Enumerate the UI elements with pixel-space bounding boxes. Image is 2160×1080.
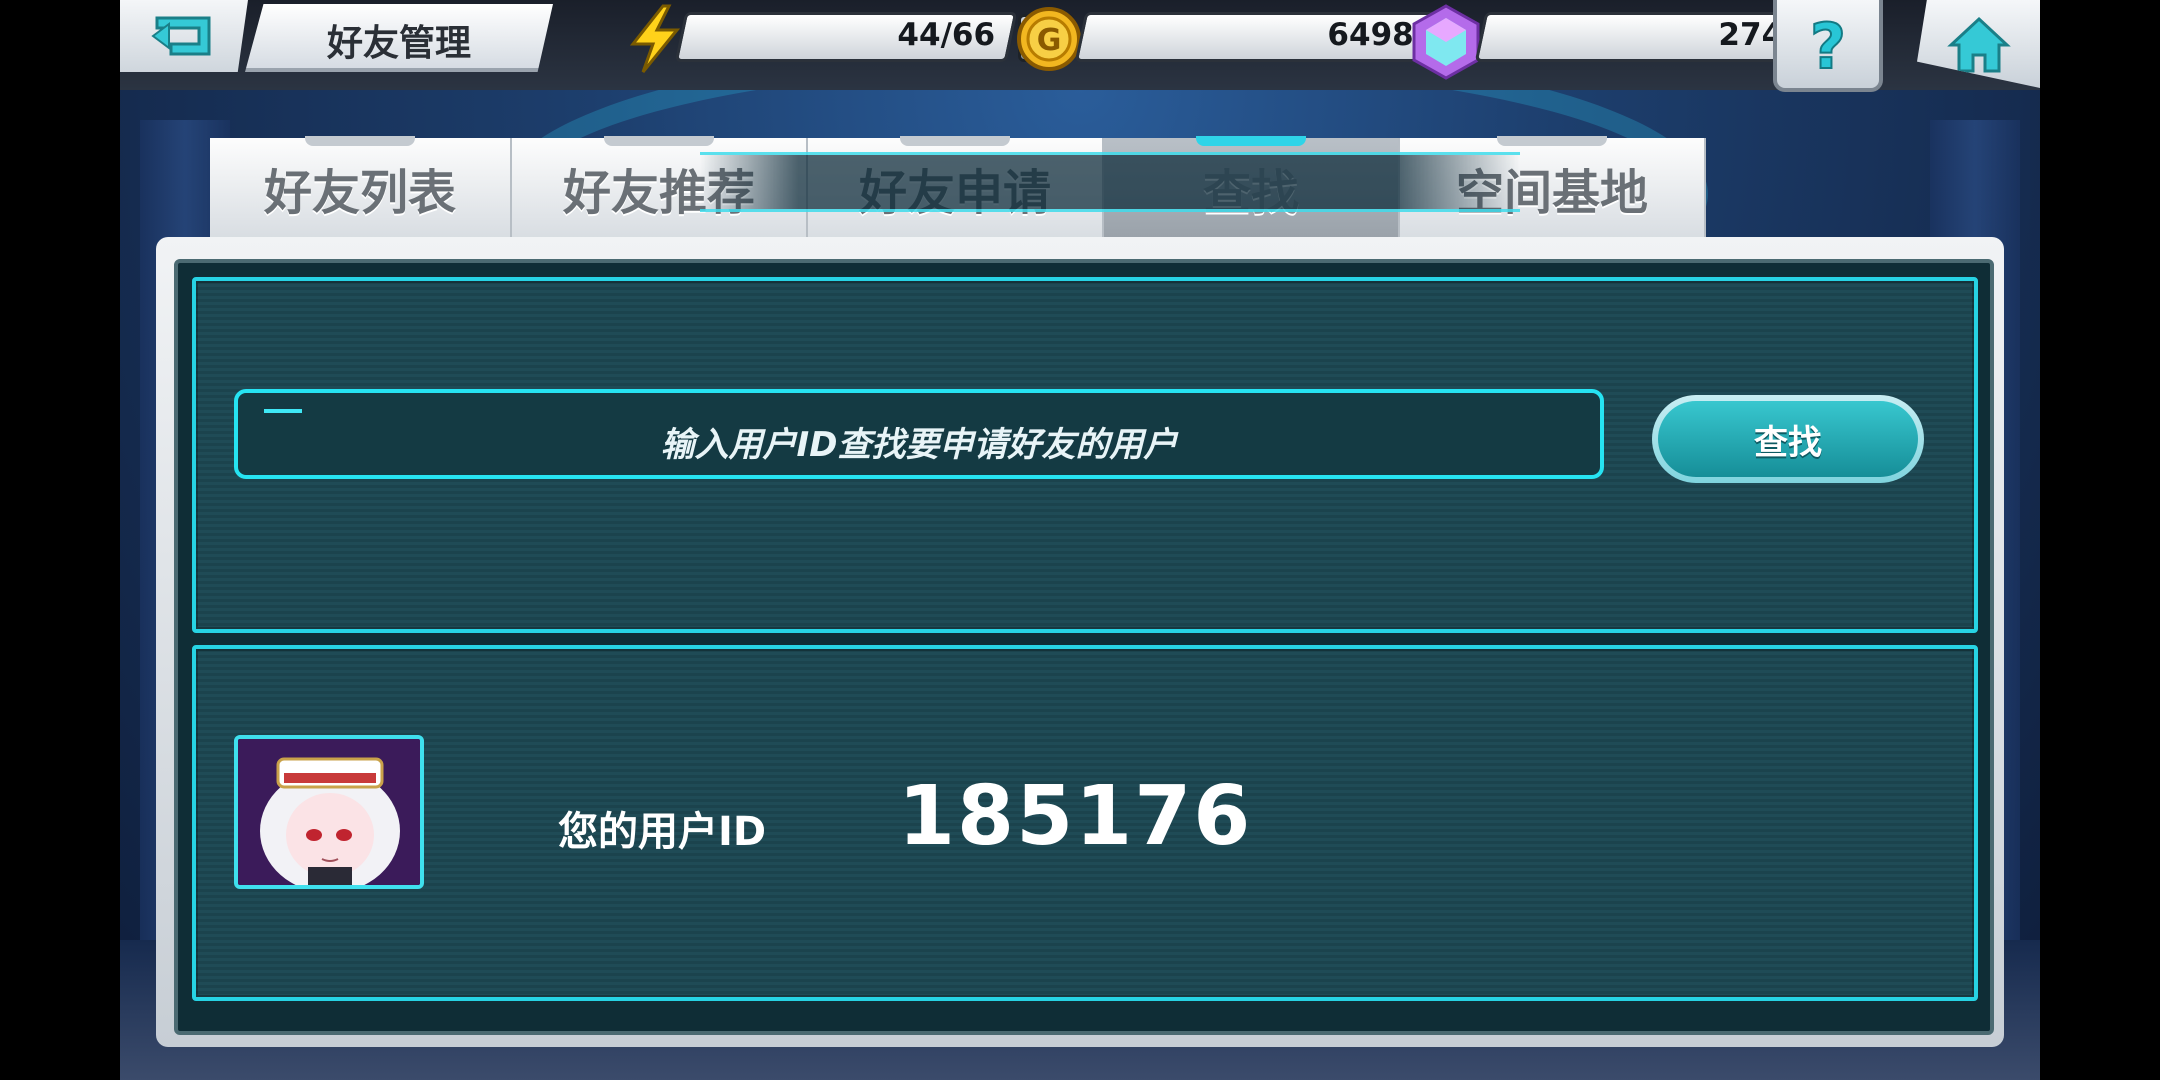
user-id-search-input[interactable]: 输入用户ID查找要申请好友的用户 <box>234 389 1604 479</box>
top-bar: 好友管理 44/66 + G 64980 274 + ? <box>120 0 2040 92</box>
search-button-label: 查找 <box>1754 422 1822 463</box>
main-panel: 输入用户ID查找要申请好友的用户 查找 您的用户ID 185176 <box>156 237 2004 1047</box>
search-section: 输入用户ID查找要申请好友的用户 查找 <box>192 277 1978 633</box>
gem-icon <box>1408 4 1484 80</box>
lightning-icon <box>625 4 685 74</box>
search-button[interactable]: 查找 <box>1652 395 1924 483</box>
help-button[interactable]: ? <box>1773 0 1883 92</box>
tab-friend-list[interactable]: 好友列表 <box>210 136 512 238</box>
user-id-value: 185176 <box>898 769 1253 864</box>
page-title: 好友管理 <box>326 23 471 64</box>
back-button[interactable] <box>120 0 248 72</box>
panel-inner: 输入用户ID查找要申请好友的用户 查找 您的用户ID 185176 <box>174 259 1994 1035</box>
text-caret <box>264 409 302 413</box>
user-id-label: 您的用户ID <box>558 809 767 855</box>
home-button[interactable] <box>1917 0 2040 88</box>
gold-counter: 64980 <box>1074 12 1458 62</box>
avatar <box>234 735 424 889</box>
energy-counter: 44/66 <box>674 12 1018 62</box>
screen: 好友管理 44/66 + G 64980 274 + ? <box>0 0 2160 1080</box>
tab-label: 好友列表 <box>263 165 456 221</box>
search-placeholder: 输入用户ID查找要申请好友的用户 <box>660 425 1178 465</box>
svg-text:G: G <box>1037 23 1062 58</box>
page-title-plate: 好友管理 <box>245 4 553 72</box>
gold-coin-icon: G <box>1016 6 1082 72</box>
back-icon <box>151 16 211 56</box>
svg-text:?: ? <box>1810 12 1846 76</box>
game-viewport: 好友管理 44/66 + G 64980 274 + ? <box>120 0 2040 1080</box>
help-icon: ? <box>1809 12 1847 76</box>
tab-overlay-stripe <box>700 152 1520 212</box>
gem-counter: 274 <box>1474 12 1806 62</box>
energy-value: 44/66 <box>897 17 996 53</box>
user-id-section: 您的用户ID 185176 <box>192 645 1978 1001</box>
home-icon <box>1946 16 2011 73</box>
